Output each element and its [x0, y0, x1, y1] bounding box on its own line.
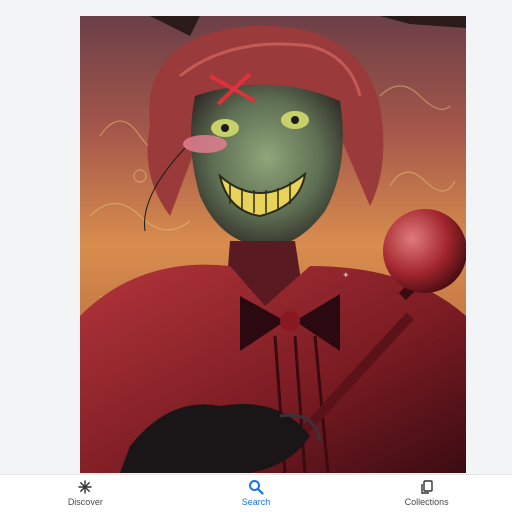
- image-viewer: ✦: [0, 0, 512, 474]
- nav-item-discover[interactable]: Discover: [30, 479, 140, 508]
- asterisk-icon: [78, 480, 93, 494]
- search-icon: [248, 480, 264, 495]
- nav-label-collections: Collections: [404, 497, 449, 507]
- nav-label-discover: Discover: [67, 497, 103, 507]
- bottom-navigation-bar: Discover Search Collections: [0, 474, 512, 512]
- nav-item-collections[interactable]: Collections: [372, 479, 482, 508]
- nav-label-search: Search: [241, 497, 271, 507]
- svg-text:✦: ✦: [342, 270, 350, 280]
- nav-item-search[interactable]: Search: [201, 479, 311, 508]
- artwork-image[interactable]: ✦: [80, 16, 466, 473]
- collections-icon: [420, 480, 433, 494]
